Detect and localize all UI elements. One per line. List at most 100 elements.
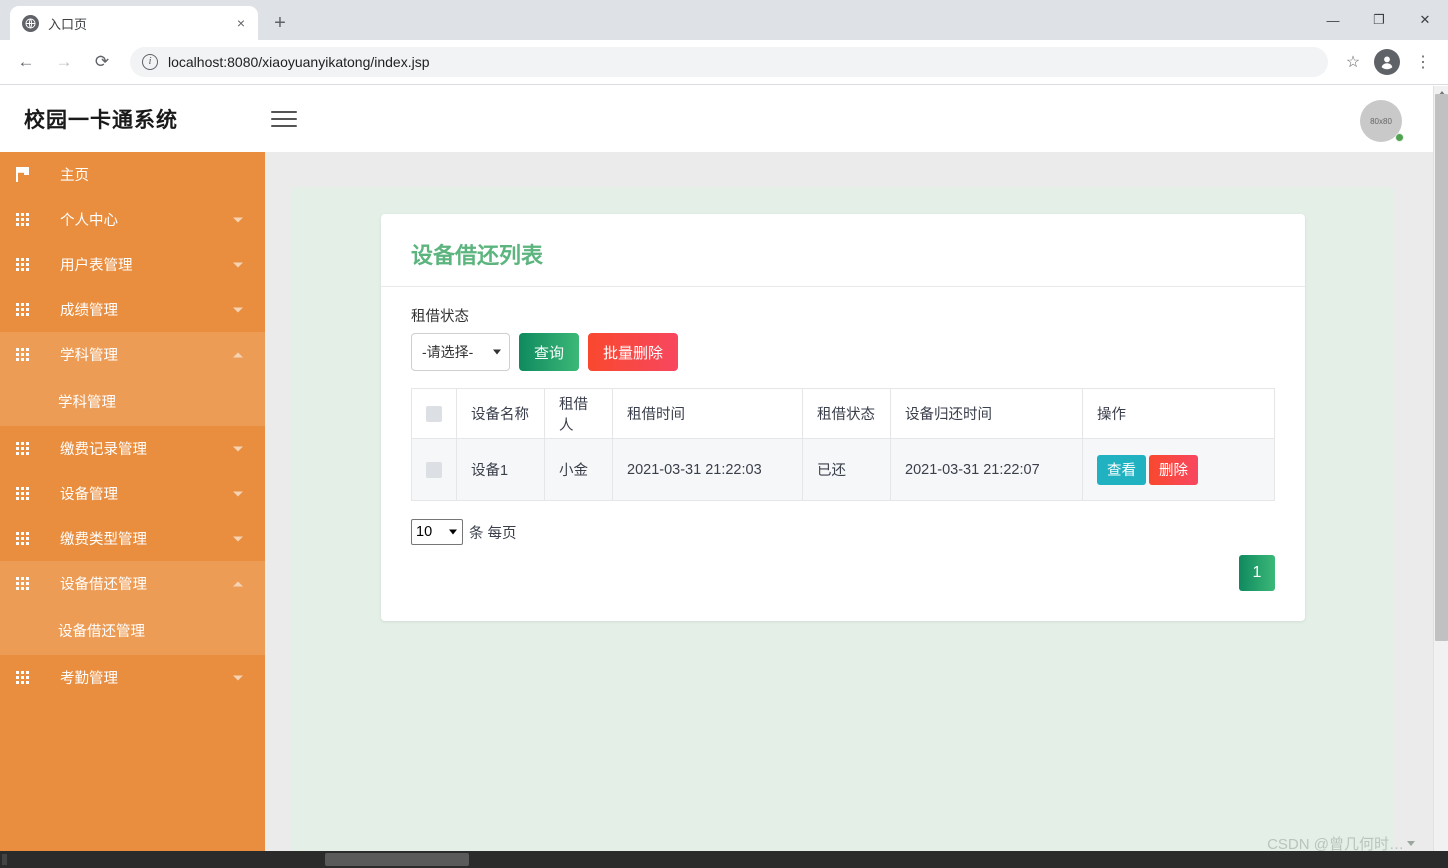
hamburger-icon[interactable] xyxy=(271,109,297,129)
header-status: 租借状态 xyxy=(802,388,891,439)
page-size-select-wrap: 10 xyxy=(411,519,463,545)
batch-delete-button[interactable]: 批量删除 xyxy=(588,333,679,371)
reload-icon[interactable]: ⟳ xyxy=(86,46,118,78)
grid-icon xyxy=(16,348,46,361)
chevron-down-icon xyxy=(233,307,243,312)
sidebar-item-home[interactable]: 主页 xyxy=(0,152,265,197)
content-surface: 设备借还列表 租借状态 -请选择- 查询 批量删除 设备名称 租借人 租借时间 … xyxy=(292,187,1393,868)
sidebar-item-label: 缴费记录管理 xyxy=(60,442,147,458)
browser-tab[interactable]: 入口页 × xyxy=(10,6,258,40)
sidebar-item-equipment[interactable]: 设备管理 xyxy=(0,471,265,516)
browser-toolbar: ← → ⟳ i localhost:8080/xiaoyuanyikatong/… xyxy=(0,40,1448,85)
maximize-icon[interactable]: ❐ xyxy=(1356,0,1402,40)
globe-icon xyxy=(22,14,39,32)
header-borrow-time: 租借时间 xyxy=(612,388,803,439)
page-size-select[interactable]: 10 xyxy=(411,519,463,545)
query-button[interactable]: 查询 xyxy=(519,333,580,371)
main-content: 设备借还列表 租借状态 -请选择- 查询 批量删除 设备名称 租借人 租借时间 … xyxy=(265,152,1433,868)
bookmark-star-icon[interactable]: ☆ xyxy=(1338,47,1368,77)
tab-strip: 入口页 × + — ❐ ✕ xyxy=(0,0,1448,40)
table-head: 设备名称 租借人 租借时间 租借状态 设备归还时间 操作 xyxy=(411,388,1275,439)
sidebar-item-user-table[interactable]: 用户表管理 xyxy=(0,242,265,287)
close-window-icon[interactable]: ✕ xyxy=(1402,0,1448,40)
browser-window: 入口页 × + — ❐ ✕ ← → ⟳ i localhost:8080/xia… xyxy=(0,0,1448,868)
sidebar-subitem-equipment-loan-mgmt[interactable]: 设备借还管理 xyxy=(0,606,265,655)
chevron-down-icon xyxy=(233,262,243,267)
back-icon[interactable]: ← xyxy=(10,46,42,78)
sidebar-item-label: 考勤管理 xyxy=(60,671,118,687)
select-all-header xyxy=(411,388,457,439)
sidebar-item-label: 主页 xyxy=(60,168,89,184)
cell-borrower: 小金 xyxy=(544,438,613,501)
sidebar-item-payment-records[interactable]: 缴费记录管理 xyxy=(0,426,265,471)
chevron-up-icon xyxy=(233,352,243,357)
sidebar-item-grades[interactable]: 成绩管理 xyxy=(0,287,265,332)
sidebar-item-attendance[interactable]: 考勤管理 xyxy=(0,655,265,700)
sidebar-subitem-subject-mgmt[interactable]: 学科管理 xyxy=(0,377,265,426)
sidebar: 主页 个人中心 用户表管理 成绩管理 学科管理 学科管理 缴费记录管理 设备管理… xyxy=(0,152,265,868)
chevron-down-icon xyxy=(233,446,243,451)
window-controls: — ❐ ✕ xyxy=(1310,0,1448,40)
page-viewport: 校园一卡通系统 80x80 主页 个人中心 用户表管理 成绩管理 学科管理 学科… xyxy=(0,86,1448,868)
sidebar-item-payment-types[interactable]: 缴费类型管理 xyxy=(0,516,265,561)
cell-return-time: 2021-03-31 21:22:07 xyxy=(890,438,1083,501)
header-return-time: 设备归还时间 xyxy=(890,388,1083,439)
sidebar-submenu-subjects: 学科管理 xyxy=(0,377,265,426)
chevron-down-icon xyxy=(233,536,243,541)
forward-icon: → xyxy=(55,52,73,71)
header-borrower: 租借人 xyxy=(544,388,613,439)
sidebar-item-label: 用户表管理 xyxy=(60,258,133,274)
tab-title: 入口页 xyxy=(48,16,88,32)
browser-menu-icon[interactable]: ⋮ xyxy=(1408,47,1438,77)
chevron-up-icon xyxy=(233,581,243,586)
chevron-down-icon xyxy=(233,491,243,496)
page-number-1[interactable]: 1 xyxy=(1239,555,1275,591)
site-info-icon[interactable]: i xyxy=(142,54,158,70)
address-bar[interactable]: i localhost:8080/xiaoyuanyikatong/index.… xyxy=(130,47,1328,77)
grid-icon xyxy=(16,213,46,226)
grid-icon xyxy=(16,303,46,316)
grid-icon xyxy=(16,442,46,455)
scrollbar-track-left xyxy=(2,854,7,865)
scrollbar-thumb[interactable] xyxy=(1435,94,1448,641)
status-select[interactable]: -请选择- xyxy=(411,333,510,371)
delete-button[interactable]: 删除 xyxy=(1149,454,1198,485)
page-title: 设备借还列表 xyxy=(381,214,1305,287)
cell-status: 已还 xyxy=(802,438,891,501)
new-tab-button[interactable]: + xyxy=(266,9,294,37)
horizontal-scrollbar-thumb[interactable] xyxy=(325,853,469,866)
grid-icon xyxy=(16,671,46,684)
select-all-checkbox[interactable] xyxy=(426,405,442,422)
vertical-scrollbar[interactable] xyxy=(1433,86,1448,868)
table-header-row: 设备名称 租借人 租借时间 租借状态 设备归还时间 操作 xyxy=(411,388,1275,439)
sidebar-item-personal-center[interactable]: 个人中心 xyxy=(0,197,265,242)
close-icon[interactable]: × xyxy=(232,14,250,32)
profile-icon[interactable] xyxy=(1374,49,1400,75)
view-button[interactable]: 查看 xyxy=(1097,454,1146,485)
url-text: localhost:8080/xiaoyuanyikatong/index.js… xyxy=(168,54,430,70)
grid-icon xyxy=(16,258,46,271)
chevron-down-icon xyxy=(1407,841,1415,846)
sidebar-item-equipment-loan[interactable]: 设备借还管理 xyxy=(0,561,265,606)
app-header: 校园一卡通系统 80x80 xyxy=(0,86,1433,152)
app-logo: 校园一卡通系统 xyxy=(24,109,178,132)
chevron-down-icon xyxy=(233,675,243,680)
table-body: 设备1 小金 2021-03-31 21:22:03 已还 2021-03-31… xyxy=(411,438,1275,501)
row-checkbox[interactable] xyxy=(426,461,442,478)
horizontal-scrollbar[interactable] xyxy=(0,851,1448,868)
filter-label: 租借状态 xyxy=(411,309,469,325)
sidebar-item-label: 设备管理 xyxy=(60,487,118,503)
equipment-loan-card: 设备借还列表 租借状态 -请选择- 查询 批量删除 设备名称 租借人 租借时间 … xyxy=(381,214,1305,621)
cell-device-name: 设备1 xyxy=(456,438,545,501)
grid-icon xyxy=(16,577,46,590)
header-device-name: 设备名称 xyxy=(456,388,545,439)
table-row: 设备1 小金 2021-03-31 21:22:03 已还 2021-03-31… xyxy=(411,438,1275,501)
minimize-icon[interactable]: — xyxy=(1310,0,1356,40)
card-body: 租借状态 -请选择- 查询 批量删除 设备名称 租借人 租借时间 租借状态 设备… xyxy=(381,287,1305,621)
header-operations: 操作 xyxy=(1082,388,1275,439)
sidebar-item-subjects[interactable]: 学科管理 xyxy=(0,332,265,377)
page-size-control: 10 条 每页 xyxy=(411,519,1275,545)
status-badge xyxy=(1395,133,1404,142)
grid-icon xyxy=(16,532,46,545)
filter-row: -请选择- 查询 批量删除 xyxy=(411,333,1275,371)
